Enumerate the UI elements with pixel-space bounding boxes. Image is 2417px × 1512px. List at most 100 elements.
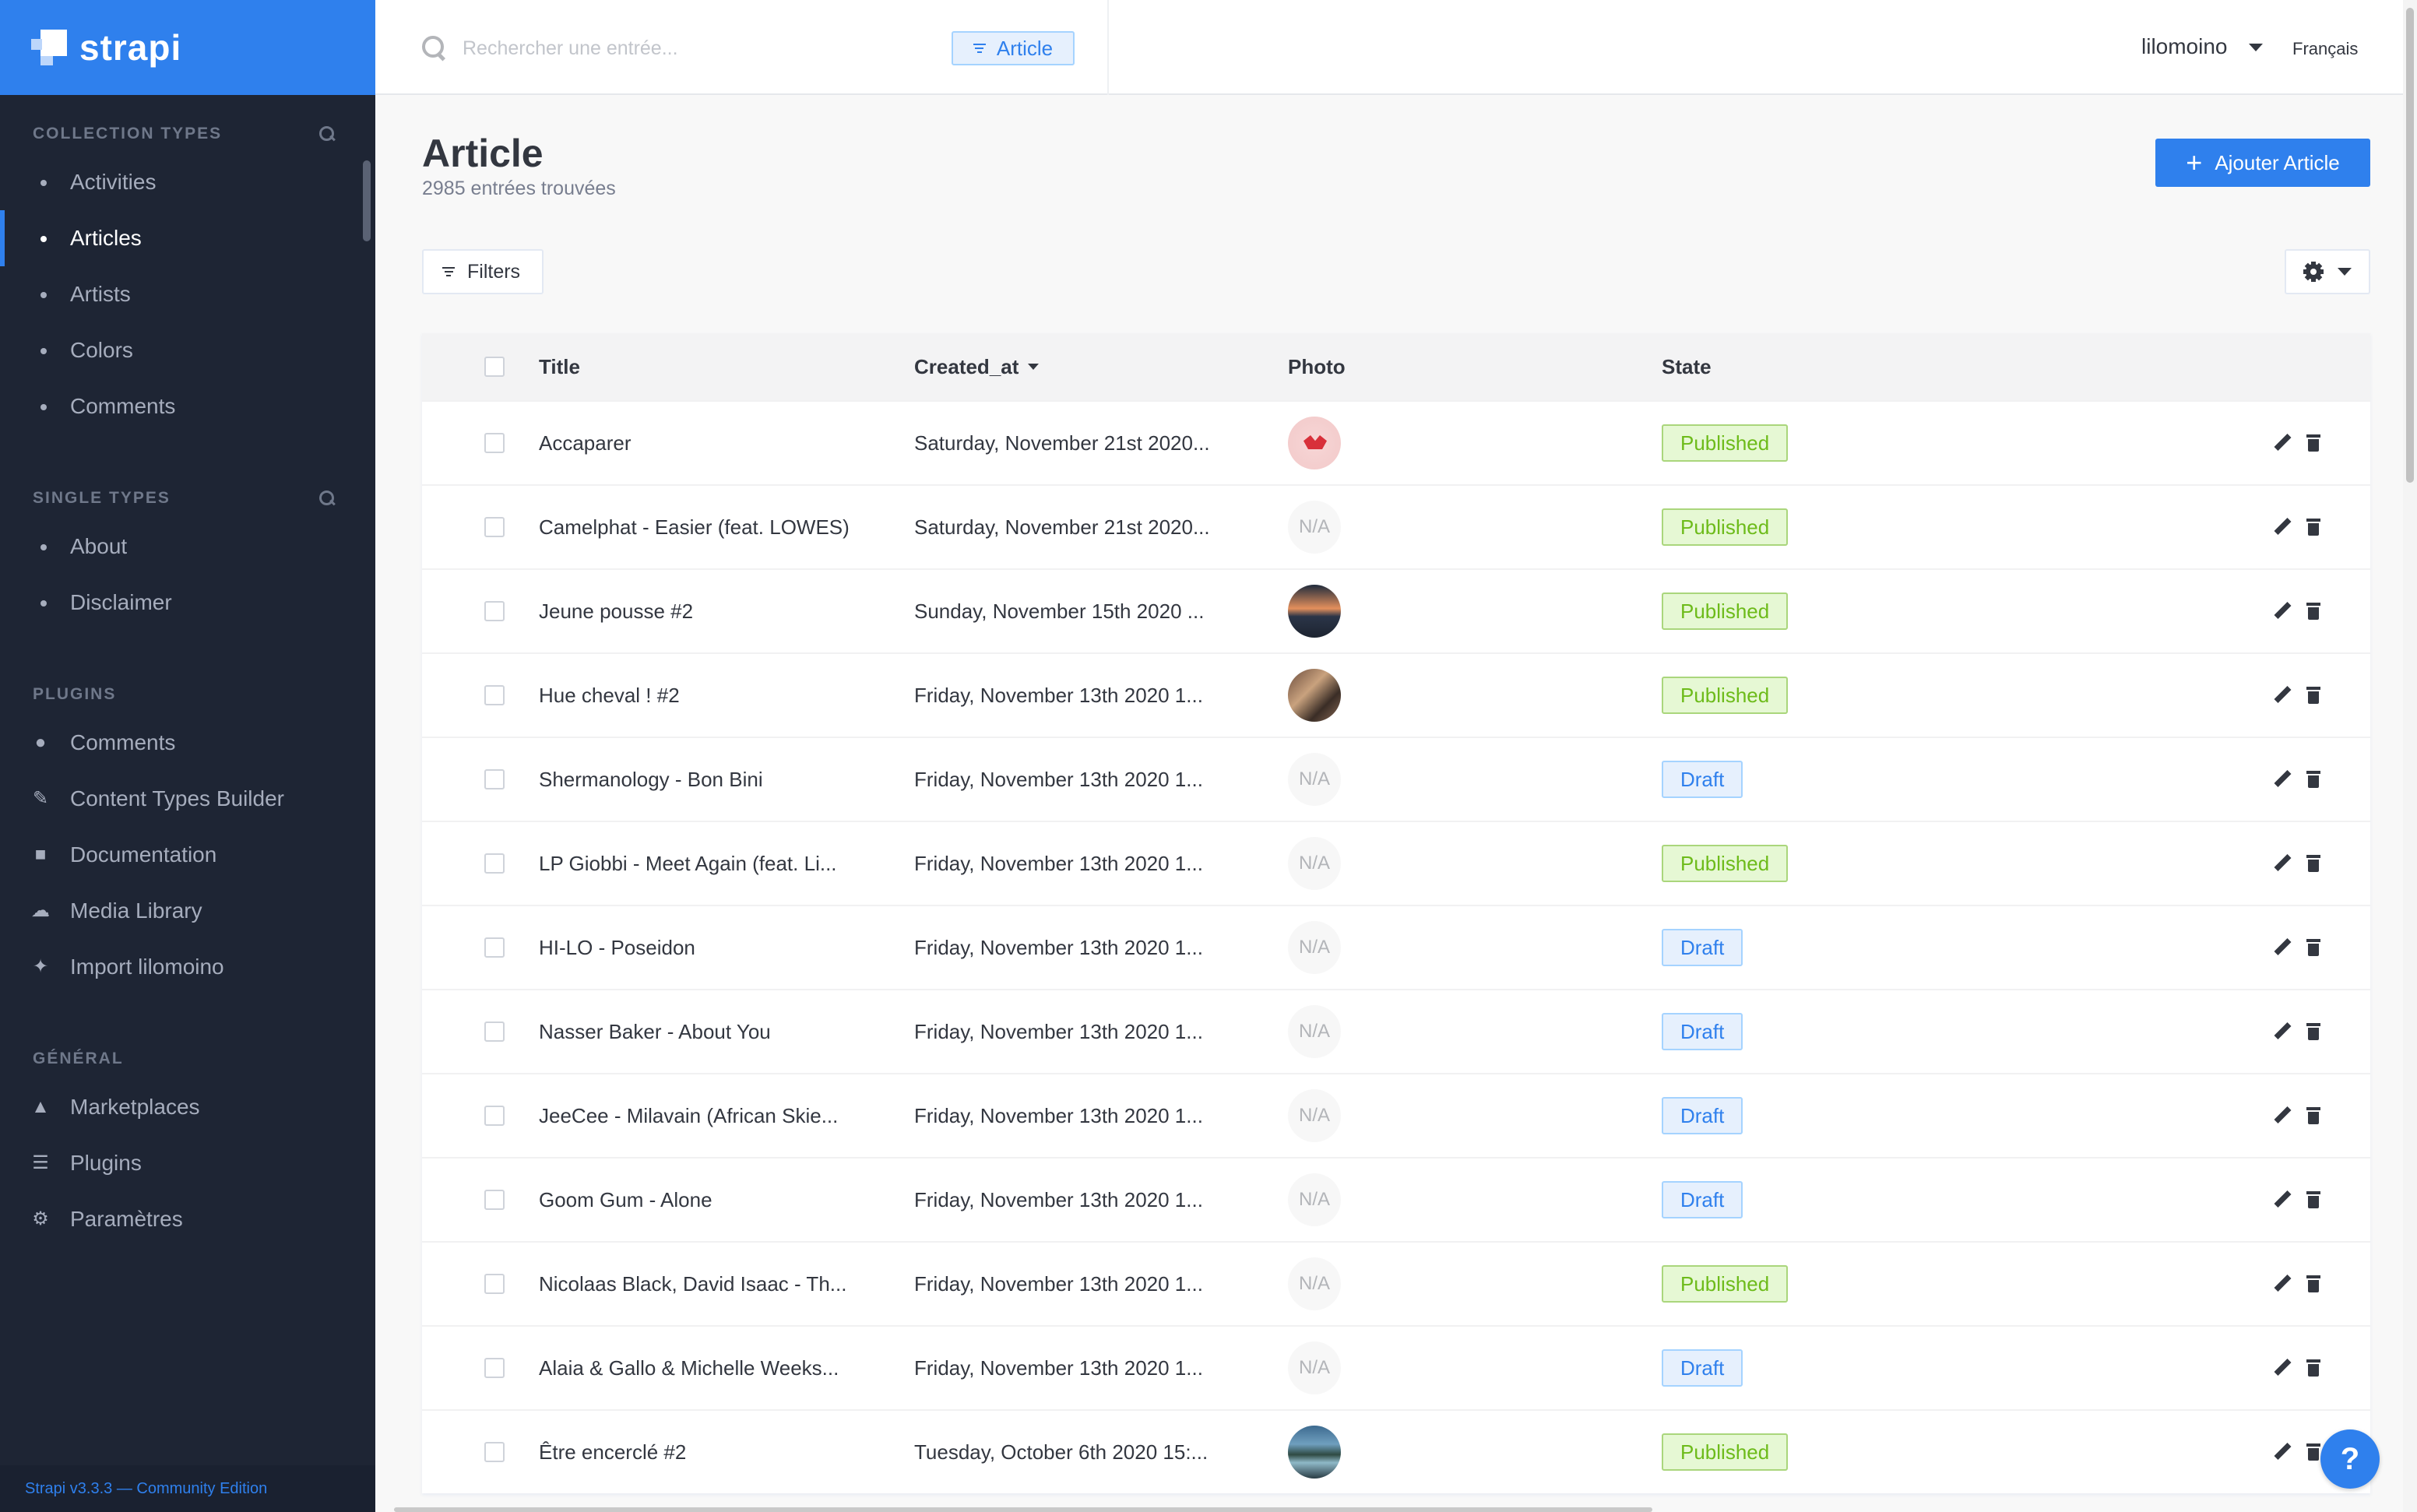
- edit-icon[interactable]: [2274, 434, 2291, 452]
- table-row[interactable]: Être encerclé #2 Tuesday, October 6th 202…: [422, 1409, 2370, 1493]
- row-checkbox[interactable]: [484, 517, 505, 537]
- trash-icon[interactable]: [2306, 603, 2320, 620]
- search-icon[interactable]: [318, 489, 336, 508]
- sidebar-item-comments[interactable]: Comments: [0, 378, 375, 434]
- edit-icon[interactable]: [2274, 1275, 2291, 1292]
- brand-logo[interactable]: strapi: [0, 0, 375, 95]
- row-checkbox[interactable]: [484, 769, 505, 789]
- row-checkbox[interactable]: [484, 1442, 505, 1462]
- row-checkbox[interactable]: [484, 1190, 505, 1210]
- sidebar-scrollbar[interactable]: [363, 160, 371, 241]
- sidebar-item-import-lilomoino[interactable]: ✦ Import lilomoino: [0, 939, 375, 995]
- sidebar-item-comments[interactable]: ● Comments: [0, 715, 375, 771]
- trash-icon[interactable]: [2306, 1359, 2320, 1377]
- sidebar-item-articles[interactable]: Articles: [0, 210, 375, 266]
- cloud-upload-icon: ☁: [31, 900, 50, 921]
- table-row[interactable]: Accaparer Saturday, November 21st 2020...…: [422, 400, 2370, 484]
- trash-icon[interactable]: [2306, 939, 2320, 956]
- row-checkbox[interactable]: [484, 853, 505, 874]
- table-row[interactable]: HI-LO - Poseidon Friday, November 13th 20…: [422, 905, 2370, 989]
- add-article-label: Ajouter Article: [2215, 150, 2340, 174]
- sidebar-item-param-tres[interactable]: ⚙ Paramètres: [0, 1191, 375, 1247]
- list-settings-button[interactable]: [2285, 249, 2370, 294]
- table-row[interactable]: Shermanology - Bon Bini Friday, November …: [422, 737, 2370, 821]
- column-header-photo[interactable]: Photo: [1288, 333, 1346, 400]
- cell-created-at: Friday, November 13th 2020 1...: [914, 1271, 1203, 1296]
- sidebar-item-artists[interactable]: Artists: [0, 266, 375, 322]
- sidebar-item-about[interactable]: About: [0, 519, 375, 575]
- edit-icon[interactable]: [2274, 855, 2291, 872]
- row-checkbox[interactable]: [484, 937, 505, 958]
- search-scope-tag[interactable]: Article: [952, 31, 1075, 65]
- trash-icon[interactable]: [2306, 771, 2320, 788]
- edit-icon[interactable]: [2274, 1443, 2291, 1461]
- search-input[interactable]: [463, 30, 914, 67]
- row-checkbox[interactable]: [484, 1274, 505, 1294]
- sidebar-item-disclaimer[interactable]: Disclaimer: [0, 575, 375, 631]
- sidebar-item-colors[interactable]: Colors: [0, 322, 375, 378]
- trash-icon[interactable]: [2306, 1023, 2320, 1040]
- edit-icon[interactable]: [2274, 687, 2291, 704]
- collection-types-section: COLLECTION TYPES Activities Articles Artis…: [0, 114, 375, 434]
- row-checkbox[interactable]: [484, 685, 505, 705]
- help-button[interactable]: ?: [2320, 1429, 2380, 1489]
- sidebar-item-media-library[interactable]: ☁ Media Library: [0, 883, 375, 939]
- trash-icon[interactable]: [2306, 1107, 2320, 1124]
- sidebar-item-activities[interactable]: Activities: [0, 154, 375, 210]
- row-checkbox[interactable]: [484, 1358, 505, 1378]
- sidebar-item-marketplaces[interactable]: ▲ Marketplaces: [0, 1079, 375, 1135]
- table-row[interactable]: Nicolaas Black, David Isaac - Th... Frida…: [422, 1241, 2370, 1325]
- edit-icon[interactable]: [2274, 1191, 2291, 1208]
- trash-icon[interactable]: [2306, 1191, 2320, 1208]
- page-scrollbar[interactable]: [2406, 8, 2414, 483]
- cell-title: Alaia & Gallo & Michelle Weeks...: [539, 1356, 839, 1380]
- table-row[interactable]: JeeCee - Milavain (African Skie... Friday…: [422, 1073, 2370, 1157]
- trash-icon[interactable]: [2306, 1275, 2320, 1292]
- language-switcher[interactable]: Français: [2292, 39, 2358, 59]
- search-icon[interactable]: [318, 125, 336, 143]
- trash-icon[interactable]: [2306, 434, 2320, 452]
- table-row[interactable]: Nasser Baker - About You Friday, November…: [422, 989, 2370, 1073]
- column-header-title[interactable]: Title: [539, 333, 580, 400]
- user-menu[interactable]: lilomoino: [2141, 34, 2228, 59]
- horizontal-scrollbar[interactable]: [394, 1507, 1652, 1512]
- table-row[interactable]: Hue cheval ! #2 Friday, November 13th 202…: [422, 652, 2370, 737]
- select-all-checkbox[interactable]: [484, 357, 505, 377]
- search-icon: [422, 36, 447, 61]
- table-row[interactable]: Goom Gum - Alone Friday, November 13th 20…: [422, 1157, 2370, 1241]
- sidebar-item-content-types-builder[interactable]: ✎ Content Types Builder: [0, 771, 375, 827]
- edit-icon[interactable]: [2274, 1023, 2291, 1040]
- column-header-state[interactable]: State: [1662, 333, 1712, 400]
- table-row[interactable]: Alaia & Gallo & Michelle Weeks... Friday,…: [422, 1325, 2370, 1409]
- row-checkbox[interactable]: [484, 601, 505, 621]
- sidebar-item-label: Artists: [70, 282, 131, 306]
- edit-icon[interactable]: [2274, 939, 2291, 956]
- filters-button[interactable]: Filters: [422, 249, 544, 294]
- cell-title: Hue cheval ! #2: [539, 683, 680, 707]
- edit-icon[interactable]: [2274, 1359, 2291, 1377]
- status-badge: Published: [1662, 424, 1789, 462]
- row-checkbox[interactable]: [484, 1106, 505, 1126]
- bullet-icon: [40, 404, 47, 410]
- trash-icon[interactable]: [2306, 519, 2320, 536]
- row-checkbox[interactable]: [484, 433, 505, 453]
- table-row[interactable]: LP Giobbi - Meet Again (feat. Li... Frida…: [422, 821, 2370, 905]
- trash-icon[interactable]: [2306, 855, 2320, 872]
- cell-title: Goom Gum - Alone: [539, 1187, 712, 1211]
- table-row[interactable]: Camelphat - Easier (feat. LOWES) Saturday…: [422, 484, 2370, 568]
- photo-placeholder: N/A: [1288, 921, 1341, 974]
- sidebar-item-documentation[interactable]: ■ Documentation: [0, 827, 375, 883]
- edit-icon[interactable]: [2274, 771, 2291, 788]
- edit-icon[interactable]: [2274, 1107, 2291, 1124]
- row-checkbox[interactable]: [484, 1021, 505, 1042]
- add-article-button[interactable]: + Ajouter Article: [2155, 139, 2370, 187]
- sidebar-item-plugins[interactable]: ☰ Plugins: [0, 1135, 375, 1191]
- table-row[interactable]: Jeune pousse #2 Sunday, November 15th 202…: [422, 568, 2370, 652]
- edit-icon[interactable]: [2274, 603, 2291, 620]
- chevron-down-icon[interactable]: [2249, 44, 2263, 51]
- column-header-created-at[interactable]: Created_at: [914, 333, 1040, 400]
- trash-icon[interactable]: [2306, 687, 2320, 704]
- trash-icon[interactable]: [2306, 1443, 2320, 1461]
- edit-icon[interactable]: [2274, 519, 2291, 536]
- topbar: Article lilomoino Français: [375, 0, 2417, 95]
